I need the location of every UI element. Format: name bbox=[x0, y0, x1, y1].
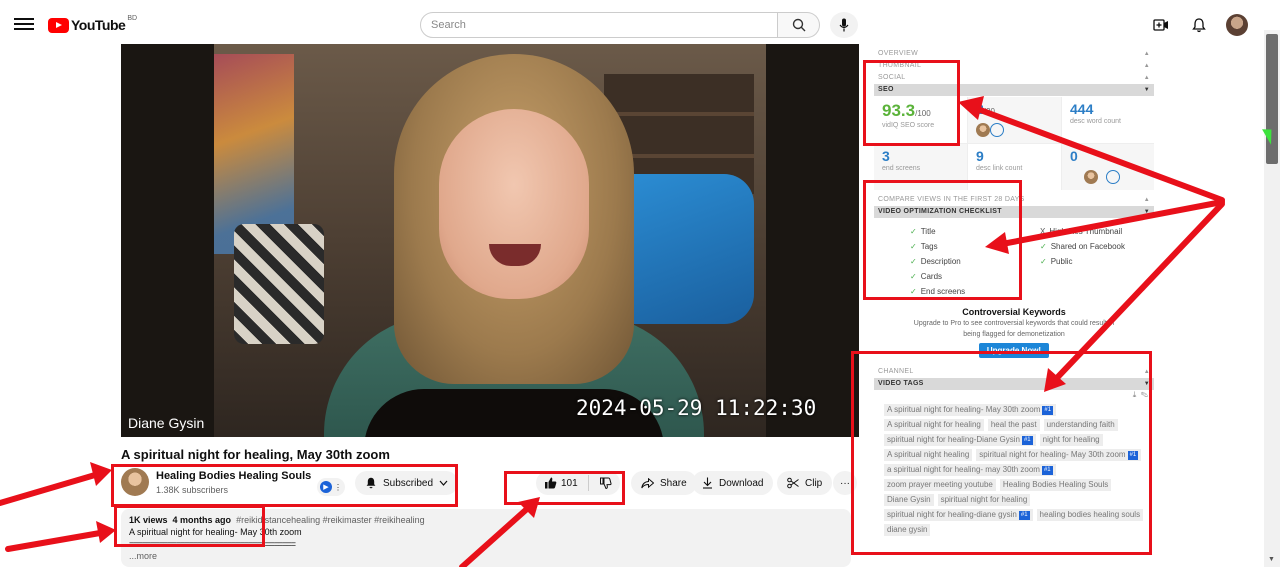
youtube-watch-page: YouTube BD Search Diane Gysin 2024-05-29… bbox=[0, 0, 1280, 567]
seo-cell-2-suffix: /20 bbox=[983, 107, 995, 116]
controversial-text-2: being flagged for demonetization bbox=[963, 331, 1065, 338]
collapse-arrow-icon: ▲ bbox=[1143, 63, 1150, 69]
account-avatar[interactable] bbox=[1226, 14, 1248, 36]
collapse-arrow-icon: ▲ bbox=[1143, 75, 1150, 81]
search-icon bbox=[792, 18, 805, 32]
search-button[interactable] bbox=[778, 12, 820, 38]
bell-icon bbox=[1192, 17, 1206, 32]
download-icon bbox=[703, 477, 712, 489]
video-title: A spiritual night for healing, May 30th … bbox=[121, 447, 390, 462]
create-video-button[interactable] bbox=[1150, 14, 1172, 36]
desc-word-count: 444 bbox=[1070, 101, 1094, 117]
tab-overview[interactable]: OVERVIEW ▲ bbox=[874, 48, 1154, 60]
controversial-title: Controversial Keywords bbox=[962, 307, 1066, 317]
check-item: X High-Res Thumbnail bbox=[1040, 227, 1123, 236]
share-label: Share bbox=[660, 477, 687, 489]
annotation-box-checklist bbox=[863, 180, 1022, 300]
scroll-down-arrow-icon[interactable]: ▼ bbox=[1268, 556, 1275, 563]
arrow-to-channel bbox=[0, 462, 112, 506]
clip-button[interactable]: Clip bbox=[777, 471, 833, 495]
masthead: YouTube BD bbox=[0, 6, 1264, 44]
search-input[interactable] bbox=[420, 12, 778, 38]
youtube-play-icon bbox=[48, 17, 69, 33]
hamburger-menu-icon[interactable] bbox=[14, 15, 34, 35]
show-more-link[interactable]: ...more bbox=[129, 550, 843, 562]
ring-icon bbox=[990, 123, 1004, 137]
seo-cell-2-value: 2 bbox=[976, 101, 984, 117]
patterned-pillow bbox=[234, 224, 324, 344]
scrollbar-thumb[interactable] bbox=[1266, 34, 1278, 164]
seo-cell-6-value: 0 bbox=[1070, 148, 1078, 164]
share-icon bbox=[641, 477, 654, 488]
controversial-text-1: Upgrade to Pro to see controversial keyw… bbox=[913, 320, 1115, 327]
create-video-icon bbox=[1153, 19, 1168, 31]
arrow-to-views bbox=[5, 521, 116, 552]
annotation-box-seo-score bbox=[863, 60, 960, 146]
mini-avatar-icon bbox=[1084, 170, 1098, 184]
youtube-logo[interactable]: YouTube BD bbox=[48, 15, 137, 35]
desc-link-count-label: desc link count bbox=[976, 165, 1023, 172]
download-label: Download bbox=[719, 477, 764, 489]
desc-word-count-cell: 444 desc word count bbox=[1062, 97, 1154, 143]
video-player[interactable]: Diane Gysin 2024-05-29 11:22:30 bbox=[121, 44, 859, 437]
desc-link-count: 9 bbox=[976, 148, 984, 164]
video-frame bbox=[214, 44, 766, 437]
share-button[interactable]: Share bbox=[631, 471, 697, 495]
clip-label: Clip bbox=[805, 477, 823, 489]
check-item: ✓ Public bbox=[1040, 257, 1073, 266]
presenter-face bbox=[439, 109, 589, 299]
checkmark-icon: ✓ bbox=[1040, 257, 1047, 266]
end-screens-count: 3 bbox=[882, 148, 890, 164]
logo-text: YouTube bbox=[71, 17, 126, 33]
scissors-icon bbox=[787, 477, 799, 489]
collapse-arrow-icon: ▲ bbox=[1143, 51, 1150, 57]
seo-cell-6: 0 bbox=[1062, 144, 1154, 190]
checklist-right: X High-Res Thumbnail ✓ Shared on Facebook … bbox=[1040, 224, 1154, 299]
end-screens-label: end screens bbox=[882, 165, 921, 172]
more-horizontal-icon: ··· bbox=[840, 477, 850, 489]
download-button[interactable]: Download bbox=[692, 471, 774, 495]
annotation-box-likes bbox=[504, 471, 625, 505]
microphone-icon bbox=[839, 18, 849, 32]
page-scrollbar[interactable]: ▼ bbox=[1264, 30, 1280, 567]
masthead-actions bbox=[1150, 14, 1248, 36]
seo-cell-2: 2/20 bbox=[968, 97, 1061, 143]
expand-arrow-icon: ▼ bbox=[1143, 87, 1150, 93]
annotation-box-channel bbox=[111, 464, 458, 507]
desc-word-count-label: desc word count bbox=[1070, 118, 1121, 125]
checkmark-icon: ✓ bbox=[1040, 242, 1047, 251]
annotation-box-views bbox=[114, 505, 265, 547]
voice-search-button[interactable] bbox=[830, 12, 858, 38]
search-bar bbox=[420, 12, 820, 38]
region-code: BD bbox=[127, 14, 138, 22]
x-mark-icon: X bbox=[1040, 227, 1046, 236]
participant-name-label: Diane Gysin bbox=[128, 415, 205, 431]
check-item: ✓ Shared on Facebook bbox=[1040, 242, 1125, 251]
collapse-arrow-icon: ▲ bbox=[1143, 197, 1150, 203]
mini-avatar-icon bbox=[976, 123, 990, 137]
annotation-box-tags bbox=[851, 351, 1152, 555]
recording-timestamp: 2024-05-29 11:22:30 bbox=[576, 396, 817, 420]
ring-icon bbox=[1106, 170, 1120, 184]
notifications-button[interactable] bbox=[1188, 14, 1210, 36]
expand-arrow-icon: ▼ bbox=[1143, 209, 1150, 215]
